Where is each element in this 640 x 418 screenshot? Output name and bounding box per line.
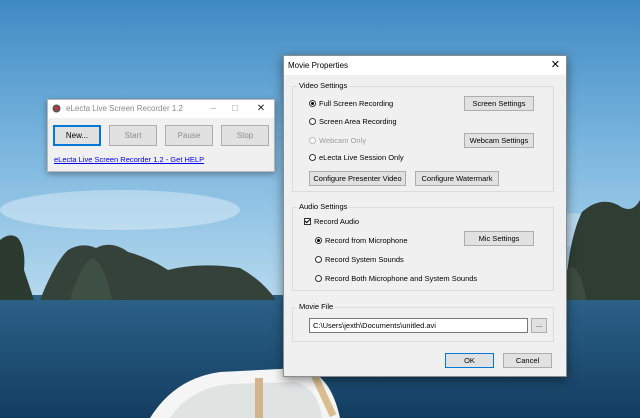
maximize-icon[interactable]: ☐ — [228, 103, 242, 114]
close-icon[interactable]: ✕ — [254, 103, 268, 114]
record-audio-option[interactable]: Record Audio — [304, 217, 359, 227]
microphone-label: Record from Microphone — [325, 236, 408, 245]
recorder-titlebar[interactable]: eLecta Live Screen Recorder 1.2 – ☐ ✕ — [48, 100, 274, 118]
configure-watermark-button[interactable]: Configure Watermark — [415, 171, 499, 186]
ok-button[interactable]: OK — [445, 353, 494, 368]
movie-file-path-field[interactable]: C:\Users\jexth\Documents\unitled.avi — [309, 318, 528, 333]
record-audio-checkbox[interactable] — [304, 218, 311, 225]
system-sounds-option[interactable]: Record System Sounds — [315, 255, 404, 265]
screen-settings-button[interactable]: Screen Settings — [464, 96, 534, 111]
webcam-only-option: Webcam Only — [309, 136, 366, 146]
webcam-only-label: Webcam Only — [319, 136, 366, 145]
record-audio-label: Record Audio — [314, 217, 360, 226]
movie-properties-dialog: Movie Properties ✕ Video Settings Full S… — [283, 55, 567, 377]
both-sounds-option[interactable]: Record Both Microphone and System Sounds — [315, 274, 477, 284]
session-only-option[interactable]: eLecta Live Session Only — [309, 153, 404, 163]
new-button[interactable]: New... — [53, 125, 101, 146]
dialog-titlebar[interactable]: Movie Properties ✕ — [284, 56, 566, 75]
full-screen-radio[interactable] — [309, 100, 316, 107]
mic-settings-button[interactable]: Mic Settings — [464, 231, 534, 246]
full-screen-option[interactable]: Full Screen Recording — [309, 99, 393, 109]
stop-button[interactable]: Stop — [221, 125, 269, 146]
close-icon[interactable]: ✕ — [551, 59, 560, 71]
both-sounds-radio[interactable] — [315, 275, 322, 282]
browse-button[interactable]: ... — [531, 318, 547, 333]
full-screen-label: Full Screen Recording — [319, 99, 394, 108]
recorder-app-icon — [52, 104, 61, 113]
minimize-icon[interactable]: – — [206, 103, 220, 114]
system-sounds-radio[interactable] — [315, 256, 322, 263]
audio-settings-label: Audio Settings — [297, 202, 350, 211]
screen-area-radio[interactable] — [309, 118, 316, 125]
dialog-title: Movie Properties — [288, 61, 349, 70]
webcam-settings-button[interactable]: Webcam Settings — [464, 133, 534, 148]
microphone-option[interactable]: Record from Microphone — [315, 236, 408, 246]
screen-area-label: Screen Area Recording — [319, 117, 397, 126]
screen-area-option[interactable]: Screen Area Recording — [309, 117, 397, 127]
configure-presenter-button[interactable]: Configure Presenter Video — [309, 171, 406, 186]
cancel-button[interactable]: Cancel — [503, 353, 552, 368]
webcam-only-radio — [309, 137, 316, 144]
both-sounds-label: Record Both Microphone and System Sounds — [325, 274, 478, 283]
system-sounds-label: Record System Sounds — [325, 255, 404, 264]
video-settings-label: Video Settings — [297, 81, 350, 90]
recorder-title: eLecta Live Screen Recorder 1.2 — [66, 104, 183, 113]
session-only-label: eLecta Live Session Only — [319, 153, 404, 162]
pause-button[interactable]: Pause — [165, 125, 213, 146]
microphone-radio[interactable] — [315, 237, 322, 244]
help-link[interactable]: eLecta Live Screen Recorder 1.2 - Get HE… — [54, 155, 204, 164]
start-button[interactable]: Start — [109, 125, 157, 146]
session-only-radio[interactable] — [309, 154, 316, 161]
movie-file-label: Movie File — [297, 302, 336, 311]
recorder-window: eLecta Live Screen Recorder 1.2 – ☐ ✕ Ne… — [47, 99, 275, 172]
